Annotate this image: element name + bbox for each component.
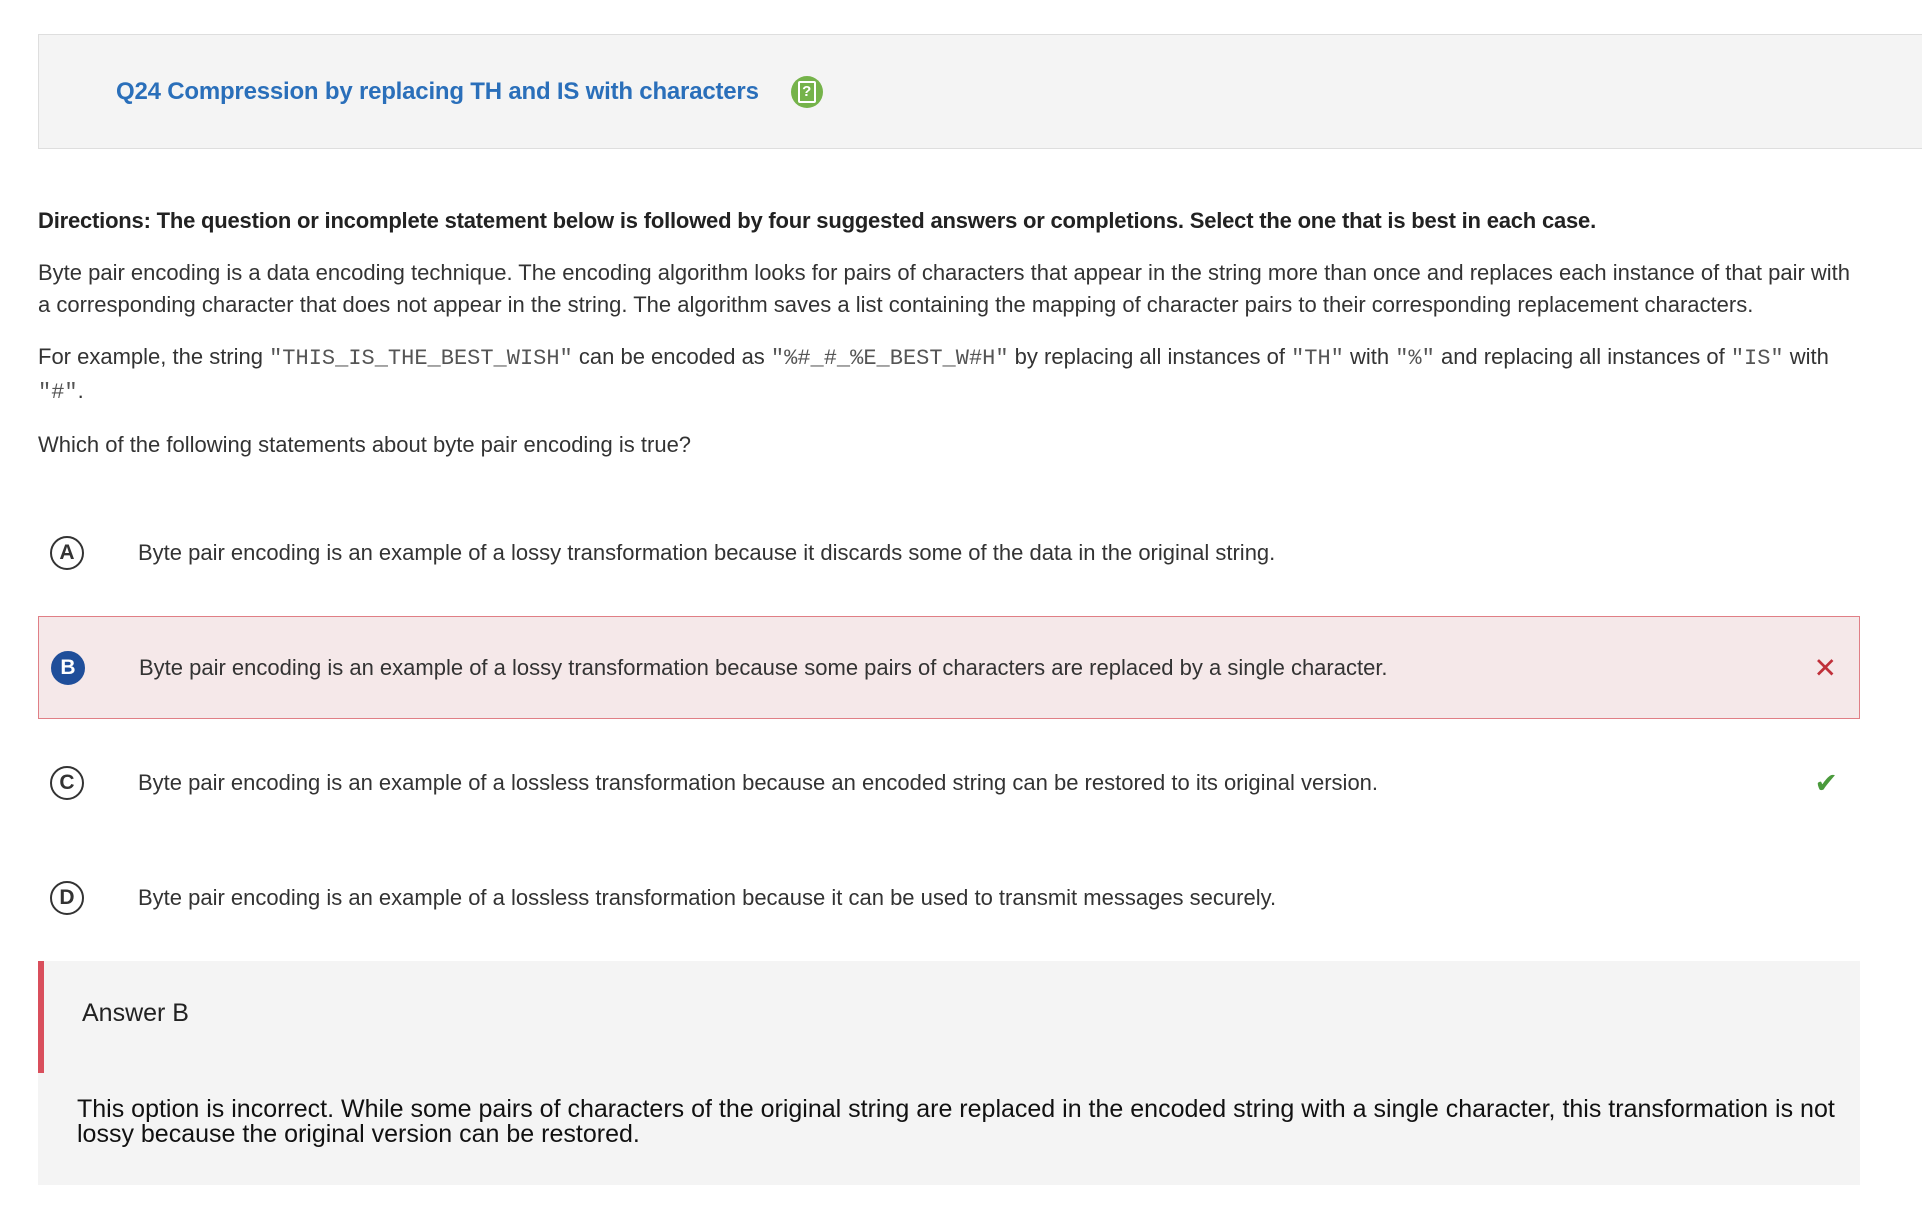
choice-letter-b: B <box>51 650 85 685</box>
example-text: with <box>1343 344 1396 369</box>
code-original-string: "THIS_IS_THE_BEST_WISH" <box>269 346 573 371</box>
answer-feedback-panel: Answer B This option is incorrect. While… <box>38 961 1860 1185</box>
example-text: with <box>1783 344 1829 369</box>
choice-d[interactable]: D Byte pair encoding is an example of a … <box>38 846 1860 949</box>
question-header: Q24 Compression by replacing TH and IS w… <box>38 34 1922 149</box>
feedback-status-bar <box>38 961 44 1073</box>
example-text: For example, the string <box>38 344 270 369</box>
choice-letter-c: C <box>50 765 84 800</box>
correct-check-icon: ✔ <box>1814 767 1838 798</box>
question-body: Directions: The question or incomplete s… <box>38 205 1860 461</box>
directions-text: Directions: The question or incomplete s… <box>38 208 1597 233</box>
choice-c[interactable]: C Byte pair encoding is an example of a … <box>38 731 1860 834</box>
answer-label: Answer B <box>82 999 189 1027</box>
question-title: Q24 Compression by replacing TH and IS w… <box>116 77 759 105</box>
question-prompt: Which of the following statements about … <box>38 432 692 457</box>
choice-b[interactable]: B Byte pair encoding is an example of a … <box>38 616 1860 719</box>
choice-letter-a: A <box>50 535 84 570</box>
example-text: and replacing all instances of <box>1434 344 1731 369</box>
choice-text-b: Byte pair encoding is an example of a lo… <box>139 654 1388 680</box>
example-paragraph: For example, the string "THIS_IS_THE_BES… <box>38 341 1860 409</box>
choice-a[interactable]: A Byte pair encoding is an example of a … <box>38 501 1860 604</box>
choice-text-a: Byte pair encoding is an example of a lo… <box>138 539 1276 565</box>
example-text: can be encoded as <box>572 344 771 369</box>
choice-text-c: Byte pair encoding is an example of a lo… <box>138 769 1379 795</box>
code-pair-is: "IS" <box>1730 346 1784 371</box>
code-replacement-hash: "#" <box>38 380 78 405</box>
intro-paragraph: Byte pair encoding is a data encoding te… <box>38 260 1851 317</box>
help-icon[interactable]: ? <box>790 75 823 108</box>
example-text: . <box>77 378 84 403</box>
answer-explanation: This option is incorrect. While some pai… <box>77 1095 1835 1148</box>
answer-choices: A Byte pair encoding is an example of a … <box>38 501 1860 949</box>
code-replacement-percent: "%" <box>1395 346 1435 371</box>
choice-text-d: Byte pair encoding is an example of a lo… <box>138 884 1277 910</box>
incorrect-x-icon: ✕ <box>1813 652 1837 683</box>
example-text: by replacing all instances of <box>1008 344 1292 369</box>
code-pair-th: "TH" <box>1291 346 1344 371</box>
question-page: Q24 Compression by replacing TH and IS w… <box>38 34 1922 1185</box>
code-encoded-string: "%#_#_%E_BEST_W#H" <box>770 346 1009 371</box>
choice-letter-d: D <box>50 880 84 915</box>
